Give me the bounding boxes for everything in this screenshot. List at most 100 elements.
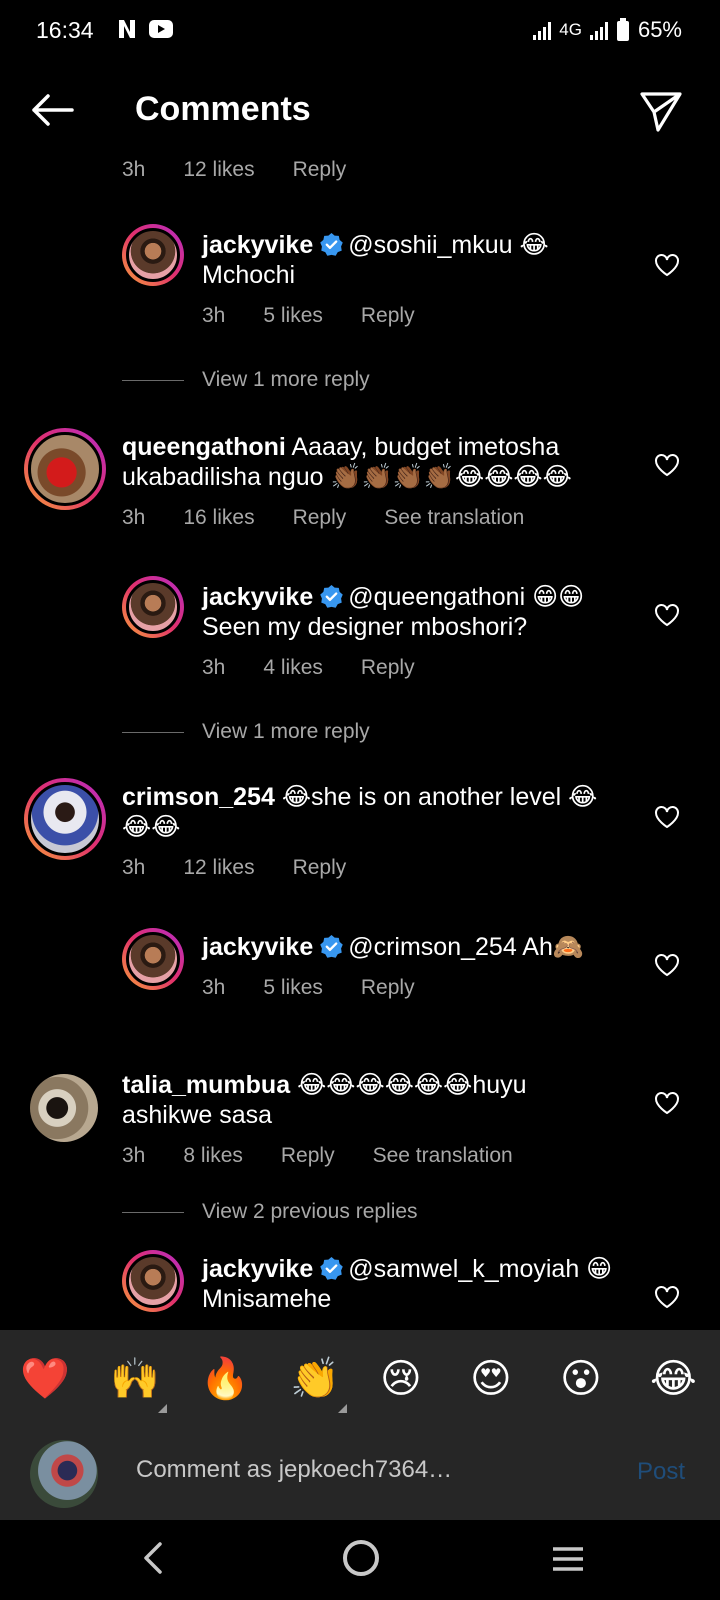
reply-button[interactable]: Reply [361,656,415,680]
comment-likes[interactable]: 5 likes [263,304,323,328]
emoji-clapping[interactable]: 👏 [290,1354,340,1404]
comment-likes[interactable]: 12 likes [183,158,254,182]
status-bar: 16:34 4G 65% [0,0,720,62]
like-heart-icon[interactable] [654,953,680,977]
reply-button[interactable]: Reply [293,856,347,880]
comment-username[interactable]: queengathoni [122,433,286,461]
emoji-heart[interactable]: ❤️ [20,1354,70,1404]
comment-time: 3h [122,506,146,529]
avatar[interactable] [122,224,184,286]
skin-tone-indicator-icon [338,1404,347,1413]
comment-reply: jackyvike @soshii_mkuu 😂 Mchochi 3h 5 lik… [0,224,720,334]
comment-text: Aaaay, budget imetosha [291,433,560,461]
like-heart-icon[interactable] [654,253,680,277]
post-button[interactable]: Post [637,1458,685,1486]
comment-body: queengathoni Aaaay, budget imetosha ukab… [122,432,572,492]
comment-username[interactable]: jackyvike [202,231,313,259]
comment-text: 😂😂 [122,813,181,841]
comment-username[interactable]: talia_mumbua [122,1071,290,1099]
status-indicators: 4G 65% [533,17,682,43]
comment-likes[interactable]: 12 likes [183,856,254,880]
comment-username[interactable]: jackyvike [202,583,313,611]
verified-badge-icon [320,1257,343,1280]
divider-line [122,1211,184,1213]
reply-button[interactable]: Reply [281,1144,335,1168]
view-more-replies[interactable]: View 1 more reply [122,720,370,744]
emoji-raised-hands[interactable]: 🙌 [110,1354,160,1404]
verified-badge-icon [320,233,343,256]
comment-time: 3h [122,1144,146,1167]
comment-reply: jackyvike @crimson_254 Ah🙈 3h 5 likes Rep… [0,928,720,1008]
emoji-heart-eyes[interactable]: 😍 [470,1354,512,1404]
view-more-label[interactable]: View 1 more reply [202,720,370,744]
nav-home-icon[interactable] [343,1540,379,1576]
comment-likes[interactable]: 8 likes [183,1144,243,1168]
avatar[interactable] [24,778,106,860]
comment-username[interactable]: jackyvike [202,1255,313,1283]
share-send-icon[interactable] [638,88,684,134]
like-heart-icon[interactable] [654,603,680,627]
view-more-replies[interactable]: View 1 more reply [122,368,370,392]
view-more-label[interactable]: View 1 more reply [202,368,370,392]
comment-username[interactable]: crimson_254 [122,783,275,811]
comment-meta: 3h 12 likes Reply [122,856,384,880]
netflix-icon [119,20,135,38]
emoji-fire[interactable]: 🔥 [200,1354,250,1404]
avatar[interactable] [30,1074,98,1142]
comment-time: 3h [122,856,146,879]
like-heart-icon[interactable] [654,1285,680,1309]
comment-meta: 3h 4 likes Reply [202,656,453,680]
reply-button[interactable]: Reply [293,158,347,182]
comment-text: ashikwe sasa [122,1101,273,1129]
comments-list[interactable]: 3h 12 likes Reply jackyvike @soshii_mkuu … [0,158,720,1330]
reply-button[interactable]: Reply [293,506,347,530]
comment-composer: Comment as jepkoech7364… Post [0,1434,720,1520]
like-heart-icon[interactable] [654,453,680,477]
comment-text: @crimson_254 Ah🙈 [348,933,584,961]
emoji-surprised[interactable]: 😮 [560,1354,602,1404]
comment-likes[interactable]: 4 likes [263,656,323,680]
comment-reply: jackyvike @queengathoni 😁😁 Seen my design… [0,576,720,686]
see-translation-link[interactable]: See translation [373,1144,513,1168]
comment-time: 3h [202,656,226,679]
comment-time: 3h [122,158,146,181]
view-previous-replies[interactable]: View 2 previous replies [122,1200,418,1224]
comment-item: crimson_254 😂she is on another level 😂 😂… [0,778,720,888]
emoji-crying[interactable]: 😢 [380,1354,422,1404]
comment-text: ukabadilisha nguo 👏🏾👏🏾👏🏾👏🏾😂😂😂😂 [122,463,572,491]
comment-item: talia_mumbua 😂😂😂😂😂😂huyu ashikwe sasa 3h … [0,1071,720,1184]
comment-likes[interactable]: 16 likes [183,506,254,530]
verified-badge-icon [320,585,343,608]
comment-text: @queengathoni 😁😁 [348,583,585,611]
avatar[interactable] [122,576,184,638]
comment-item: queengathoni Aaaay, budget imetosha ukab… [0,428,720,538]
like-heart-icon[interactable] [654,1091,680,1115]
reply-button[interactable]: Reply [361,976,415,1000]
comment-text: 😂😂😂😂😂😂huyu [297,1071,527,1099]
view-more-label[interactable]: View 2 previous replies [202,1200,418,1224]
back-arrow-icon[interactable] [30,92,74,128]
battery-level: 65% [637,17,682,42]
emoji-laughing[interactable]: 😂 [650,1354,697,1404]
signal-icon [589,20,608,40]
like-heart-icon[interactable] [654,805,680,829]
comment-body: jackyvike @crimson_254 Ah🙈 [202,932,584,962]
comment-likes[interactable]: 5 likes [263,976,323,1000]
nav-back-icon[interactable] [140,1538,164,1578]
avatar[interactable] [24,428,106,510]
comment-reply: jackyvike @samwel_k_moyiah 😁 Mnisamehe [0,1250,720,1330]
battery-icon [616,18,629,41]
comment-time: 3h [202,976,226,999]
comment-body: jackyvike @samwel_k_moyiah 😁 Mnisamehe [202,1254,612,1314]
reply-button[interactable]: Reply [361,304,415,328]
comment-meta: 3h 16 likes Reply See translation [122,506,562,530]
header: Comments [0,62,720,158]
comment-meta: 3h 5 likes Reply [202,976,453,1000]
nav-recents-icon[interactable] [552,1546,584,1572]
avatar[interactable] [122,928,184,990]
comment-username[interactable]: jackyvike [202,933,313,961]
comment-input[interactable]: Comment as jepkoech7364… [136,1456,452,1484]
comment-body: jackyvike @queengathoni 😁😁 Seen my design… [202,582,584,642]
see-translation-link[interactable]: See translation [384,506,524,530]
avatar[interactable] [122,1250,184,1312]
